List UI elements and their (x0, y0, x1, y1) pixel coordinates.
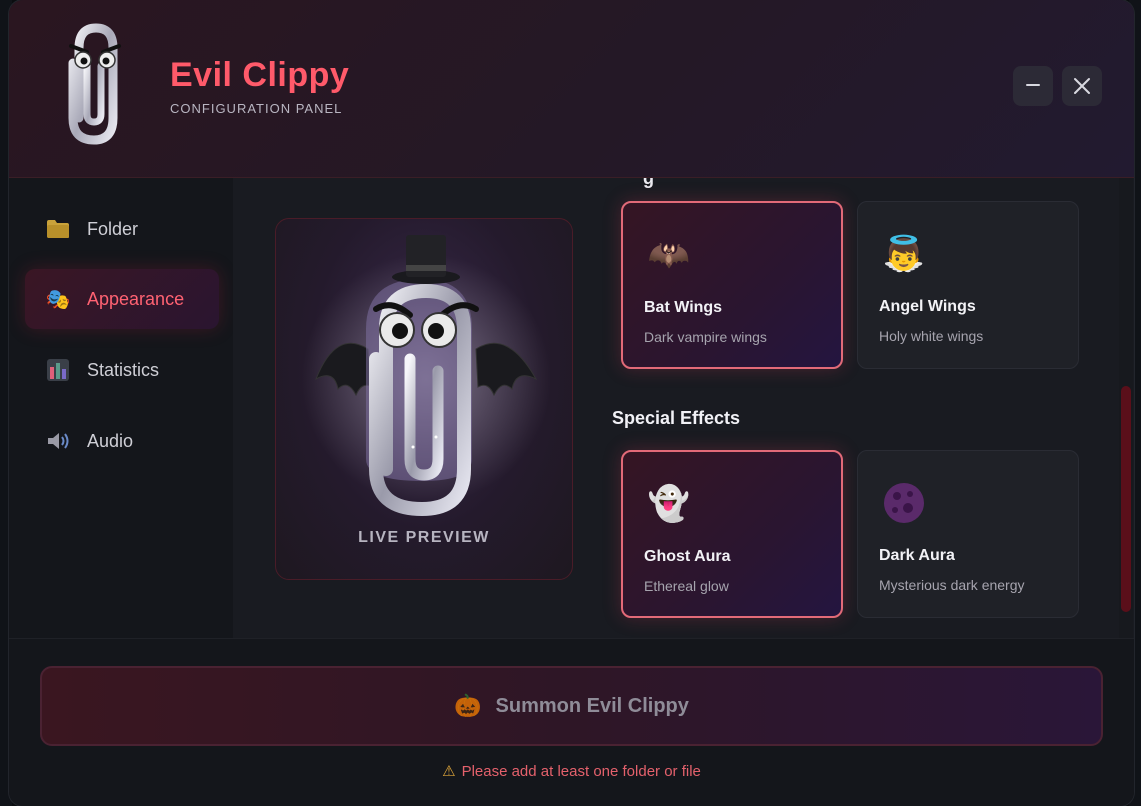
option-desc: Dark vampire wings (644, 329, 767, 345)
summon-button-label: Summon Evil Clippy (495, 694, 689, 717)
clippy-preview-illustration (301, 235, 551, 517)
sidebar-item-label: Statistics (87, 359, 160, 380)
option-name: Dark Aura (879, 547, 955, 564)
speaker-icon (45, 428, 71, 454)
theater-masks-icon: 🎭 (45, 288, 71, 311)
option-name: Ghost Aura (644, 548, 731, 565)
validation-warning: ⚠ Please add at least one folder or file (9, 762, 1134, 780)
app-window: Evil Clippy CONFIGURATION PANEL Folder 🎭… (9, 0, 1134, 806)
live-preview-label: LIVE PREVIEW (358, 529, 490, 546)
sidebar-item-statistics[interactable]: Statistics (25, 340, 219, 400)
minimize-button[interactable] (1013, 66, 1053, 106)
option-desc: Holy white wings (879, 328, 984, 344)
section-title-clipped: g (643, 178, 654, 188)
sidebar: Folder 🎭 Appearance Statistics Audio (9, 178, 233, 638)
appearance-panel: g LIVE PREVIEW 🦇 Bat Wings Dark vampire … (233, 178, 1134, 638)
close-button[interactable] (1062, 66, 1102, 106)
app-title: Evil Clippy (170, 56, 350, 94)
jack-o-lantern-icon: 🎃 (454, 693, 482, 718)
minus-icon (1026, 84, 1040, 86)
option-name: Angel Wings (879, 298, 976, 315)
sidebar-item-label: Appearance (87, 288, 185, 309)
option-dark-aura[interactable]: Dark Aura Mysterious dark energy (857, 450, 1079, 618)
app-subtitle: CONFIGURATION PANEL (170, 101, 343, 116)
scrollbar-thumb[interactable] (1121, 386, 1131, 612)
sidebar-item-folder[interactable]: Folder (25, 199, 219, 259)
option-angel-wings[interactable]: 👼 Angel Wings Holy white wings (857, 201, 1079, 369)
sidebar-item-label: Audio (87, 430, 134, 451)
warning-icon: ⚠ (442, 763, 456, 780)
summon-button[interactable]: 🎃 Summon Evil Clippy (40, 666, 1103, 746)
option-bat-wings[interactable]: 🦇 Bat Wings Dark vampire wings (621, 201, 843, 369)
option-desc: Mysterious dark energy (879, 577, 1025, 593)
option-ghost-aura[interactable]: 👻 Ghost Aura Ethereal glow (621, 450, 843, 618)
live-preview-card: LIVE PREVIEW (275, 218, 573, 580)
option-name: Bat Wings (644, 299, 723, 316)
clippy-logo-icon (68, 23, 121, 145)
header: Evil Clippy CONFIGURATION PANEL (9, 0, 1134, 178)
warning-text: Please add at least one folder or file (461, 763, 701, 780)
sidebar-item-label: Folder (87, 218, 139, 239)
footer: 🎃 Summon Evil Clippy ⚠ Please add at leas… (9, 638, 1134, 806)
sidebar-item-audio[interactable]: Audio (25, 411, 219, 471)
option-desc: Ethereal glow (644, 578, 729, 594)
dark-moon-icon (882, 481, 926, 525)
sidebar-item-appearance[interactable]: 🎭 Appearance (25, 269, 219, 329)
bat-icon: 🦇 (647, 236, 691, 274)
close-icon (1074, 78, 1090, 94)
folder-icon (45, 216, 71, 242)
section-title-special-effects: Special Effects (612, 408, 741, 428)
ghost-icon: 👻 (647, 485, 691, 523)
bar-chart-icon (45, 357, 71, 383)
angel-icon: 👼 (882, 235, 926, 273)
